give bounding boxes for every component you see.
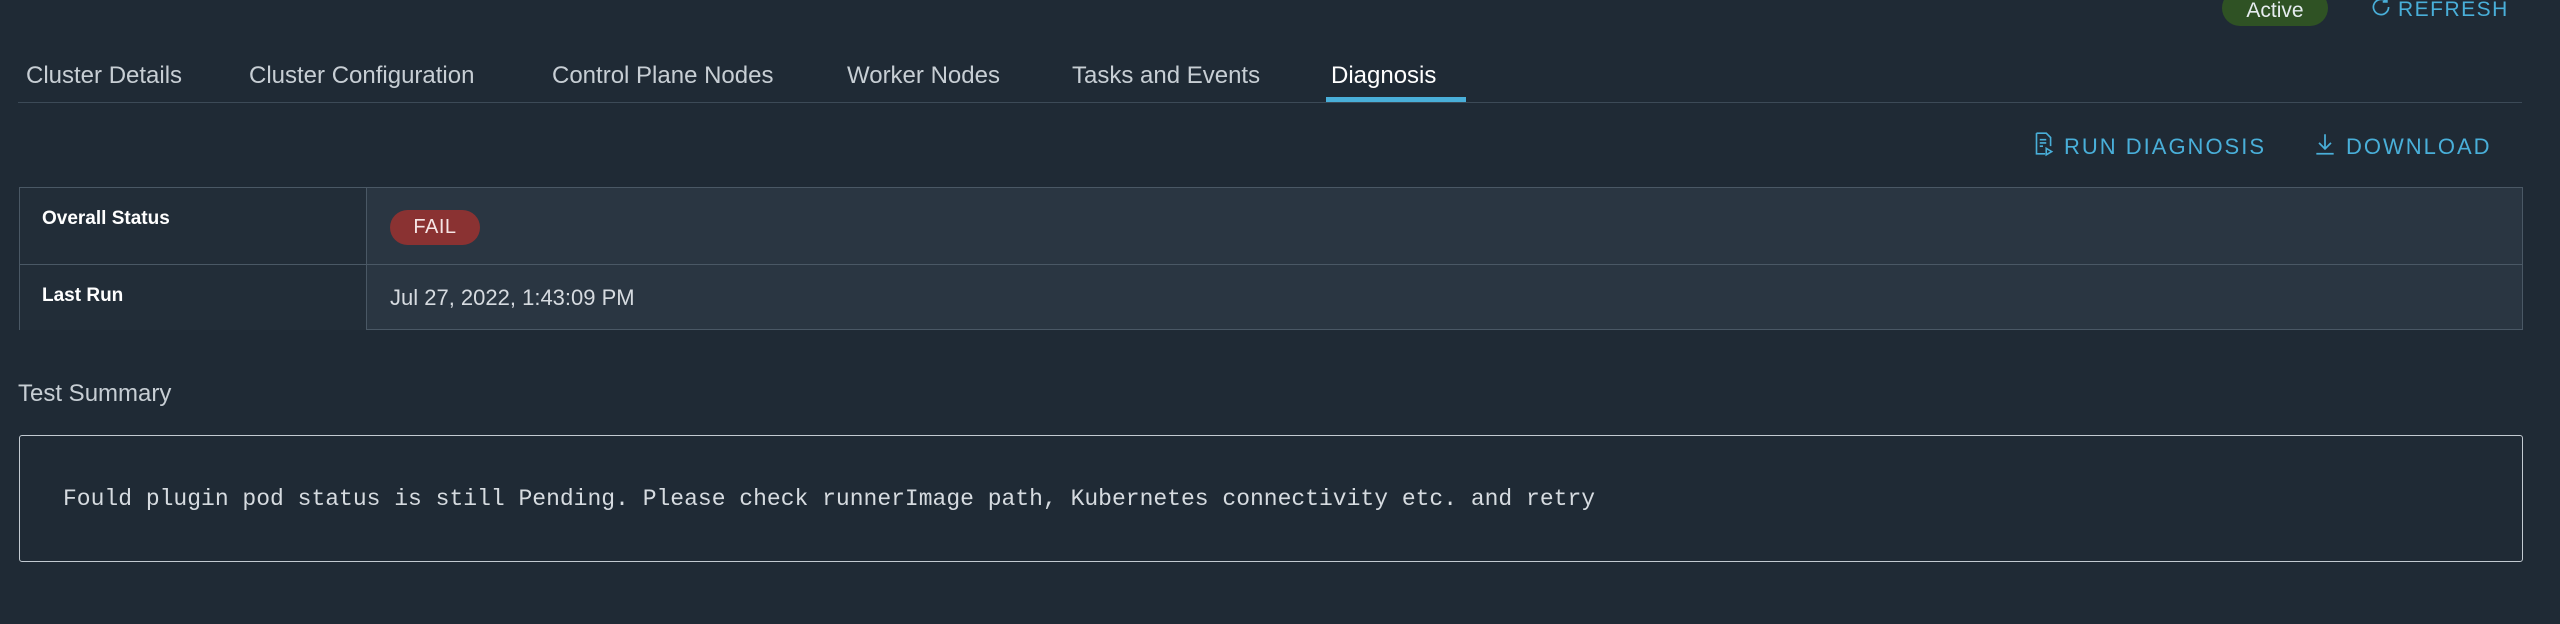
refresh-label: REFRESH — [2398, 0, 2509, 21]
tab-cluster-configuration[interactable]: Cluster Configuration — [249, 62, 474, 90]
diagnosis-page: Active REFRESH Cluster Details Cluster C… — [0, 0, 2560, 624]
refresh-button[interactable]: REFRESH — [2368, 0, 2509, 24]
tab-worker-nodes[interactable]: Worker Nodes — [847, 62, 1000, 90]
tab-bar: Cluster Details Cluster Configuration Co… — [18, 50, 2522, 103]
run-diagnosis-button[interactable]: RUN DIAGNOSIS — [2030, 132, 2266, 162]
tab-diagnosis[interactable]: Diagnosis — [1331, 62, 1436, 90]
last-run-row: Last Run Jul 27, 2022, 1:43:09 PM — [20, 265, 2522, 330]
tab-cluster-details[interactable]: Cluster Details — [26, 62, 182, 90]
run-diagnosis-icon — [2030, 131, 2056, 163]
download-label: DOWNLOAD — [2346, 134, 2492, 159]
last-run-label: Last Run — [42, 285, 124, 306]
diagnosis-details-table: Overall Status FAIL Last Run Jul 27, 202… — [19, 187, 2523, 330]
run-diagnosis-label: RUN DIAGNOSIS — [2064, 134, 2267, 159]
download-icon — [2312, 131, 2338, 163]
tab-control-plane-nodes[interactable]: Control Plane Nodes — [552, 62, 773, 90]
cluster-status-badge: Active — [2222, 0, 2328, 26]
download-button[interactable]: DOWNLOAD — [2312, 132, 2492, 162]
refresh-icon — [2368, 0, 2394, 26]
overall-status-label: Overall Status — [42, 208, 170, 229]
fail-status-badge: FAIL — [390, 210, 480, 245]
tab-tasks-and-events[interactable]: Tasks and Events — [1072, 62, 1260, 90]
test-summary-box: Fould plugin pod status is still Pending… — [19, 435, 2523, 562]
test-summary-title: Test Summary — [18, 380, 172, 407]
test-summary-message: Fould plugin pod status is still Pending… — [63, 486, 1596, 512]
active-tab-indicator — [1326, 97, 1466, 102]
overall-status-row: Overall Status FAIL — [20, 188, 2522, 265]
last-run-value: Jul 27, 2022, 1:43:09 PM — [390, 285, 635, 310]
